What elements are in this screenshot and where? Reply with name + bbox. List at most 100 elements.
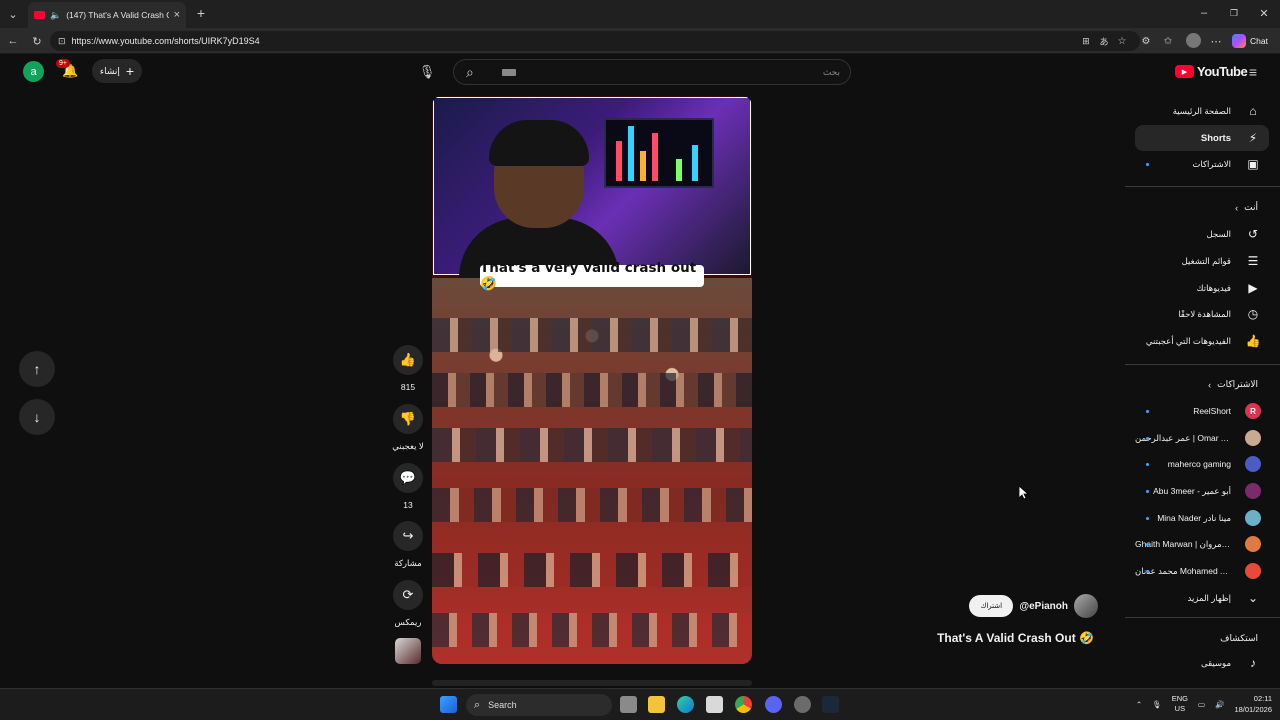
clock-time: 02:11 bbox=[1253, 694, 1272, 703]
sidebar-item[interactable]: Shorts ⚡ bbox=[1135, 125, 1269, 151]
like-count: 815 bbox=[400, 382, 416, 392]
channel-avatar[interactable] bbox=[1074, 594, 1098, 618]
create-button[interactable]: إنشاء + bbox=[92, 59, 142, 83]
discord-icon[interactable] bbox=[765, 696, 782, 713]
system-tray: ⌃ 🎙 ENG US ▭ 🔊 02:11 18/01/2026 bbox=[1136, 693, 1272, 715]
extensions-icon[interactable]: ⚙ bbox=[1140, 34, 1152, 48]
sidebar-item[interactable]: الفيديوهات التي أعجبتني 👍 bbox=[1135, 328, 1269, 354]
browser-tab[interactable]: 🔈 (147) That's A Valid Crash Out × bbox=[28, 2, 186, 28]
remix-icon: ⟳ bbox=[402, 587, 414, 602]
subscribe-button[interactable]: اشتراك bbox=[969, 595, 1014, 617]
clock[interactable]: 02:11 18/01/2026 bbox=[1234, 693, 1272, 715]
reload-icon[interactable]: ↻ bbox=[30, 34, 44, 48]
favorite-star-icon[interactable]: ☆ bbox=[1116, 34, 1128, 48]
subscription-item[interactable]: maherco gaming bbox=[1135, 451, 1269, 477]
url-field[interactable]: ⊡ https://www.youtube.com/shorts/UIRK7yD… bbox=[50, 31, 1140, 51]
subscription-item[interactable]: Ghaith Marwan | غيث مروان bbox=[1135, 531, 1269, 557]
previous-short-button[interactable]: ↑ bbox=[19, 351, 55, 387]
subscriptions-icon: ▣ bbox=[1247, 157, 1259, 171]
like-button[interactable]: 👍 bbox=[393, 345, 423, 375]
short-title[interactable]: That's A Valid Crash Out 🤣 bbox=[937, 631, 1094, 645]
speaker-icon[interactable]: 🔈 bbox=[50, 10, 61, 21]
sidebar-item-label: الصفحة الرئيسية bbox=[1172, 105, 1231, 116]
notifications-button[interactable]: 🔔 9+ bbox=[56, 59, 78, 81]
windows-start-icon[interactable] bbox=[440, 696, 457, 713]
share-icon: ↪ bbox=[402, 528, 414, 543]
sound-thumbnail[interactable] bbox=[395, 638, 421, 664]
sidebar-item[interactable]: الصفحة الرئيسية ⌂ bbox=[1135, 98, 1269, 124]
comments-button[interactable]: 💬 bbox=[393, 463, 423, 493]
video-caption: That's a very valid crash out 🤣 bbox=[480, 260, 704, 292]
translate-icon[interactable]: あ bbox=[1098, 34, 1110, 48]
chrome-icon[interactable] bbox=[735, 696, 752, 713]
next-short-button[interactable]: ↓ bbox=[19, 399, 55, 435]
file-explorer-icon[interactable] bbox=[648, 696, 665, 713]
voice-search-icon[interactable]: 🎙 bbox=[418, 63, 436, 81]
subscription-item[interactable]: Abu 3meer - أبو عمير bbox=[1135, 478, 1269, 504]
next-short-preview[interactable] bbox=[432, 680, 752, 686]
subscription-name: Abu 3meer - أبو عمير bbox=[1153, 485, 1231, 496]
store-icon[interactable] bbox=[706, 696, 723, 713]
sidebar-item[interactable]: المشاهدة لاحقًا ◷ bbox=[1135, 301, 1269, 327]
minimize-icon[interactable]: – bbox=[1198, 6, 1210, 20]
sidebar-item[interactable]: فيديوهاتك ▶ bbox=[1135, 275, 1269, 301]
network-icon[interactable]: ▭ bbox=[1198, 700, 1205, 709]
channel-handle[interactable]: @ePianoh bbox=[1019, 601, 1068, 612]
more-menu-icon[interactable]: ⋯ bbox=[1210, 34, 1222, 48]
subscription-item[interactable]: عمر عبدالرحمن | Omar Abdelrahman bbox=[1135, 425, 1269, 451]
share-button[interactable]: ↪ bbox=[393, 521, 423, 551]
search-input[interactable]: ⌕ بحث bbox=[453, 59, 851, 85]
create-label: إنشاء bbox=[99, 65, 120, 76]
sidebar-item[interactable]: الاشتراكات ▣ bbox=[1135, 151, 1269, 177]
microphone-icon[interactable]: 🎙 bbox=[1152, 700, 1162, 709]
remix-button[interactable]: ⟳ bbox=[393, 580, 423, 610]
dislike-button[interactable]: 👎 bbox=[393, 404, 423, 434]
remix-action: ⟳ ريمكس bbox=[392, 580, 424, 628]
subscription-item[interactable]: محمد عدنان Mohamed Adnan bbox=[1135, 558, 1269, 584]
you-section-header[interactable]: ‹ أنت bbox=[1235, 202, 1258, 213]
sidebar-item-label: قوائم التشغيل bbox=[1181, 255, 1231, 266]
avatar[interactable]: a bbox=[23, 61, 44, 82]
restore-icon[interactable]: ❐ bbox=[1228, 6, 1240, 20]
new-tab-icon[interactable]: + bbox=[194, 5, 208, 21]
subscription-item[interactable]: ReelShort R bbox=[1135, 398, 1269, 424]
mouse-cursor-icon bbox=[1018, 485, 1030, 500]
favorites-icon[interactable]: ✩ bbox=[1162, 34, 1174, 48]
back-icon[interactable]: ← bbox=[6, 34, 20, 48]
taskbar-search[interactable]: ⌕ Search bbox=[466, 694, 612, 716]
edge-icon[interactable] bbox=[677, 696, 694, 713]
share-label: مشاركة bbox=[394, 558, 422, 568]
studio-monitor bbox=[604, 118, 714, 188]
task-view-icon[interactable] bbox=[620, 696, 637, 713]
sidebar-item[interactable]: قوائم التشغيل ☰ bbox=[1135, 248, 1269, 274]
sidebar-item-label: موسيقى bbox=[1200, 657, 1231, 668]
steam-icon[interactable] bbox=[822, 696, 839, 713]
menu-icon[interactable]: ≡ bbox=[1245, 64, 1261, 80]
sidebar-item[interactable]: السجل ↺ bbox=[1135, 221, 1269, 247]
notification-badge: 9+ bbox=[56, 59, 70, 68]
channel-avatar bbox=[1245, 430, 1261, 446]
tab-list-icon[interactable]: ⌄ bbox=[6, 7, 20, 21]
subscription-item[interactable]: Mina Nader مينا نادر bbox=[1135, 505, 1269, 531]
apps-icon[interactable]: ⊞ bbox=[1080, 34, 1092, 48]
youtube-logo[interactable]: ▶ YouTube bbox=[1175, 64, 1248, 79]
copilot-chat-button[interactable]: Chat bbox=[1232, 32, 1276, 50]
tab-title: (147) That's A Valid Crash Out bbox=[66, 10, 168, 20]
sidebar-item[interactable]: موسيقى ♪ bbox=[1135, 650, 1269, 676]
tray-overflow-icon[interactable]: ⌃ bbox=[1136, 700, 1142, 709]
volume-icon[interactable]: 🔊 bbox=[1215, 700, 1224, 709]
search-icon[interactable]: ⌕ bbox=[466, 64, 474, 81]
site-info-icon[interactable]: ⊡ bbox=[58, 36, 66, 47]
profile-icon[interactable] bbox=[1186, 33, 1201, 48]
language-indicator[interactable]: ENG US bbox=[1172, 694, 1188, 714]
sidebar-item[interactable]: إظهار المزيد ⌄ bbox=[1135, 585, 1269, 611]
channel-avatar bbox=[1245, 456, 1261, 472]
short-video-player[interactable] bbox=[432, 96, 752, 664]
subscriptions-section-header[interactable]: ‹ الاشتراكات bbox=[1208, 379, 1258, 390]
window-close-icon[interactable]: ✕ bbox=[1258, 6, 1270, 20]
copilot-icon bbox=[1232, 34, 1246, 48]
close-tab-icon[interactable]: × bbox=[174, 9, 180, 21]
channel-avatar bbox=[1245, 563, 1261, 579]
settings-app-icon[interactable] bbox=[794, 696, 811, 713]
subscription-name: عمر عبدالرحمن | Omar Abdelrahman bbox=[1135, 432, 1231, 443]
